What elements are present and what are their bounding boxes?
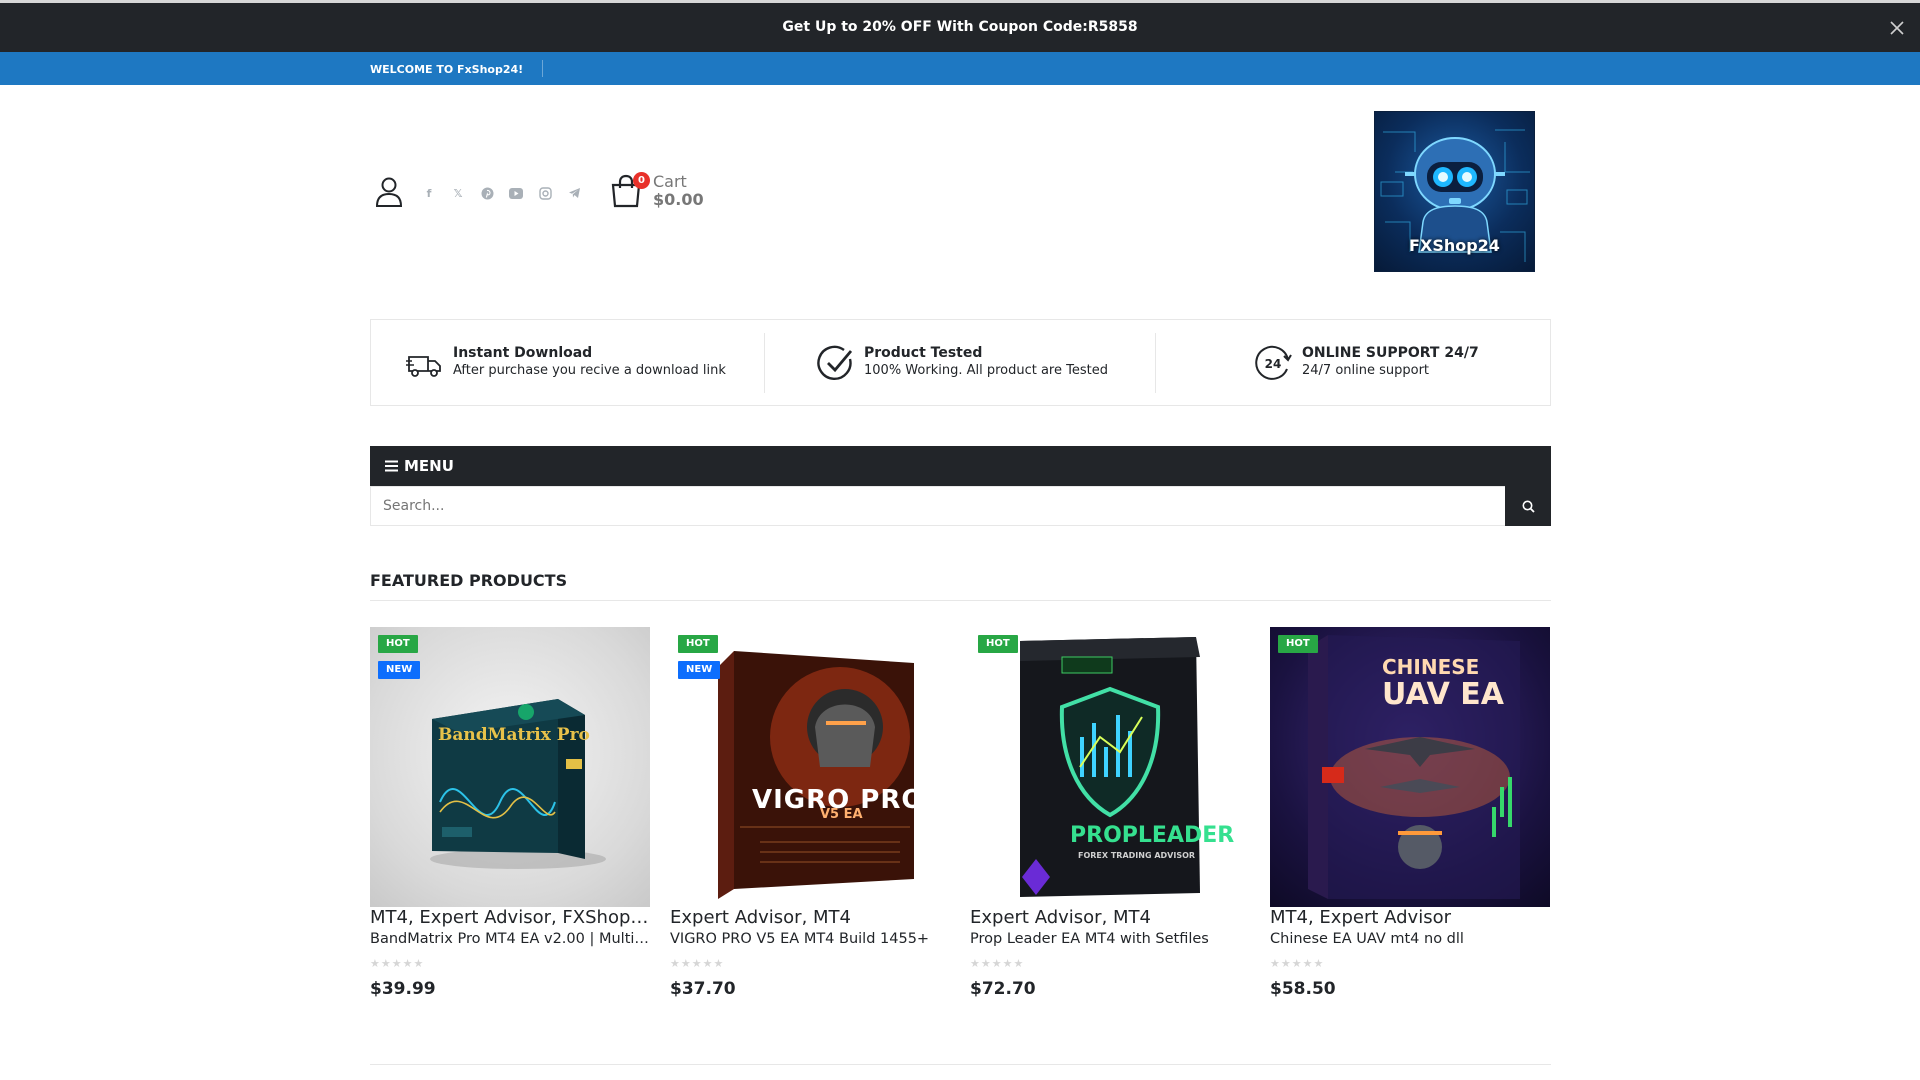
product-card[interactable]: BandMatrix Pro HOT NEW MT4, Expert Advis… [370,627,650,1007]
menu-label: MENU [404,457,454,475]
facebook-icon[interactable]: f [418,182,440,204]
feature-title: Product Tested [864,345,983,361]
hamburger-icon [385,460,398,472]
user-account-icon[interactable] [374,176,404,208]
feature-divider [764,333,765,393]
cart-count-badge: 0 [633,172,650,189]
product-card[interactable]: VIGRO PRO V5 EA HOT NEW Expert Advisor, … [670,627,950,1007]
new-badge: NEW [678,661,721,679]
product-name[interactable]: BandMatrix Pro MT4 EA v2.00 | Multi-Time… [370,931,650,947]
product-price: $72.70 [970,979,1036,999]
rating-stars: ★★★★★ [970,957,1025,970]
rating-stars: ★★★★★ [370,957,425,970]
rating-stars: ★★★★★ [1270,957,1325,970]
search-icon [1522,500,1535,513]
product-card[interactable]: CHINESE UAV EA HOT MT4, Expert Advisor C… [1270,627,1550,1007]
promo-middle: With Coupon Code: [931,19,1088,35]
feature-divider [1155,333,1156,393]
product-price: $37.70 [670,979,736,999]
prop-leader-box-graphic [1020,637,1200,897]
product-image[interactable]: PROPLEADER FOREX TRADING ADVISOR HOT [970,627,1250,907]
welcome-divider [542,60,543,77]
product-price: $58.50 [1270,979,1336,999]
promo-message: Get Up to 20% OFF With Coupon Code:R5858 [0,19,1920,35]
cart-label: Cart [653,172,687,191]
telegram-icon[interactable] [563,182,585,204]
menu-bar[interactable]: MENU [370,446,1551,486]
cart-button[interactable]: 0 Cart $0.00 [610,170,710,214]
pinterest-icon[interactable] [476,182,498,204]
hot-badge: HOT [378,635,418,653]
product-image[interactable]: VIGRO PRO V5 EA HOT NEW [670,627,950,907]
product-card[interactable]: PROPLEADER FOREX TRADING ADVISOR HOT Exp… [970,627,1250,1007]
feature-subtitle: 100% Working. All product are Tested [864,363,1108,378]
rating-stars: ★★★★★ [670,957,725,970]
menu-toggle[interactable]: MENU [385,457,454,475]
product-image[interactable]: CHINESE UAV EA HOT [1270,627,1550,907]
product-category[interactable]: MT4, Expert Advisor [1270,907,1550,928]
truck-icon [406,356,441,377]
logo-text: FXShop24 [1409,236,1500,255]
feature-subtitle: After purchase you recive a download lin… [453,363,726,378]
section-title: FEATURED PRODUCTS [370,571,568,590]
welcome-text: WELCOME TO FxShop24! [370,63,524,76]
product-name[interactable]: Chinese EA UAV mt4 no dll [1270,931,1550,947]
box-subtitle: FOREX TRADING ADVISOR [1078,851,1196,860]
feature-subtitle: 24/7 online support [1302,363,1430,378]
hot-badge: HOT [1278,635,1318,653]
feature-title: ONLINE SUPPORT 24/7 [1302,345,1479,361]
promo-prefix: Get Up to [782,19,863,35]
new-badge: NEW [378,661,421,679]
hot-badge: HOT [678,635,718,653]
box-subtitle: UAV EA [1382,677,1504,712]
box-title: CHINESE [1382,655,1480,679]
site-logo[interactable]: FXShop24 [1374,111,1535,272]
product-category[interactable]: MT4, Expert Advisor, FXShop24 Exclusive [370,907,650,928]
instagram-icon[interactable] [534,182,556,204]
check-circle-icon [817,345,853,381]
social-links: f 𝕏 [418,182,585,204]
welcome-bar: WELCOME TO FxShop24! [0,52,1920,85]
features-strip: Instant Download After purchase you reci… [370,319,1551,406]
section-bottom-divider [370,1064,1551,1065]
product-category[interactable]: Expert Advisor, MT4 [670,907,950,928]
feature-title: Instant Download [453,345,593,361]
search-input[interactable] [371,487,1505,525]
close-icon[interactable] [1888,19,1906,37]
product-name[interactable]: VIGRO PRO V5 EA MT4 Build 1455+ [670,931,950,947]
product-image[interactable]: BandMatrix Pro HOT NEW [370,627,650,907]
promo-discount: 20% OFF [862,19,932,35]
search-bar [370,486,1551,526]
support-24-icon: 24 [1255,345,1292,380]
product-name[interactable]: Prop Leader EA MT4 with Setfiles [970,931,1250,947]
box-subtitle: V5 EA [820,807,863,822]
promo-bar: Get Up to 20% OFF With Coupon Code:R5858 [0,0,1920,52]
youtube-icon[interactable] [505,182,527,204]
section-divider [370,600,1551,601]
svg-text:24: 24 [1265,357,1282,371]
promo-code: R5858 [1087,19,1138,35]
product-category[interactable]: Expert Advisor, MT4 [970,907,1250,928]
hot-badge: HOT [978,635,1018,653]
x-twitter-icon[interactable]: 𝕏 [447,182,469,204]
product-price: $39.99 [370,979,436,999]
cart-amount: $0.00 [653,190,704,209]
box-title: PROPLEADER [1070,823,1235,848]
box-title: BandMatrix Pro [438,725,590,745]
search-button[interactable] [1505,486,1551,526]
